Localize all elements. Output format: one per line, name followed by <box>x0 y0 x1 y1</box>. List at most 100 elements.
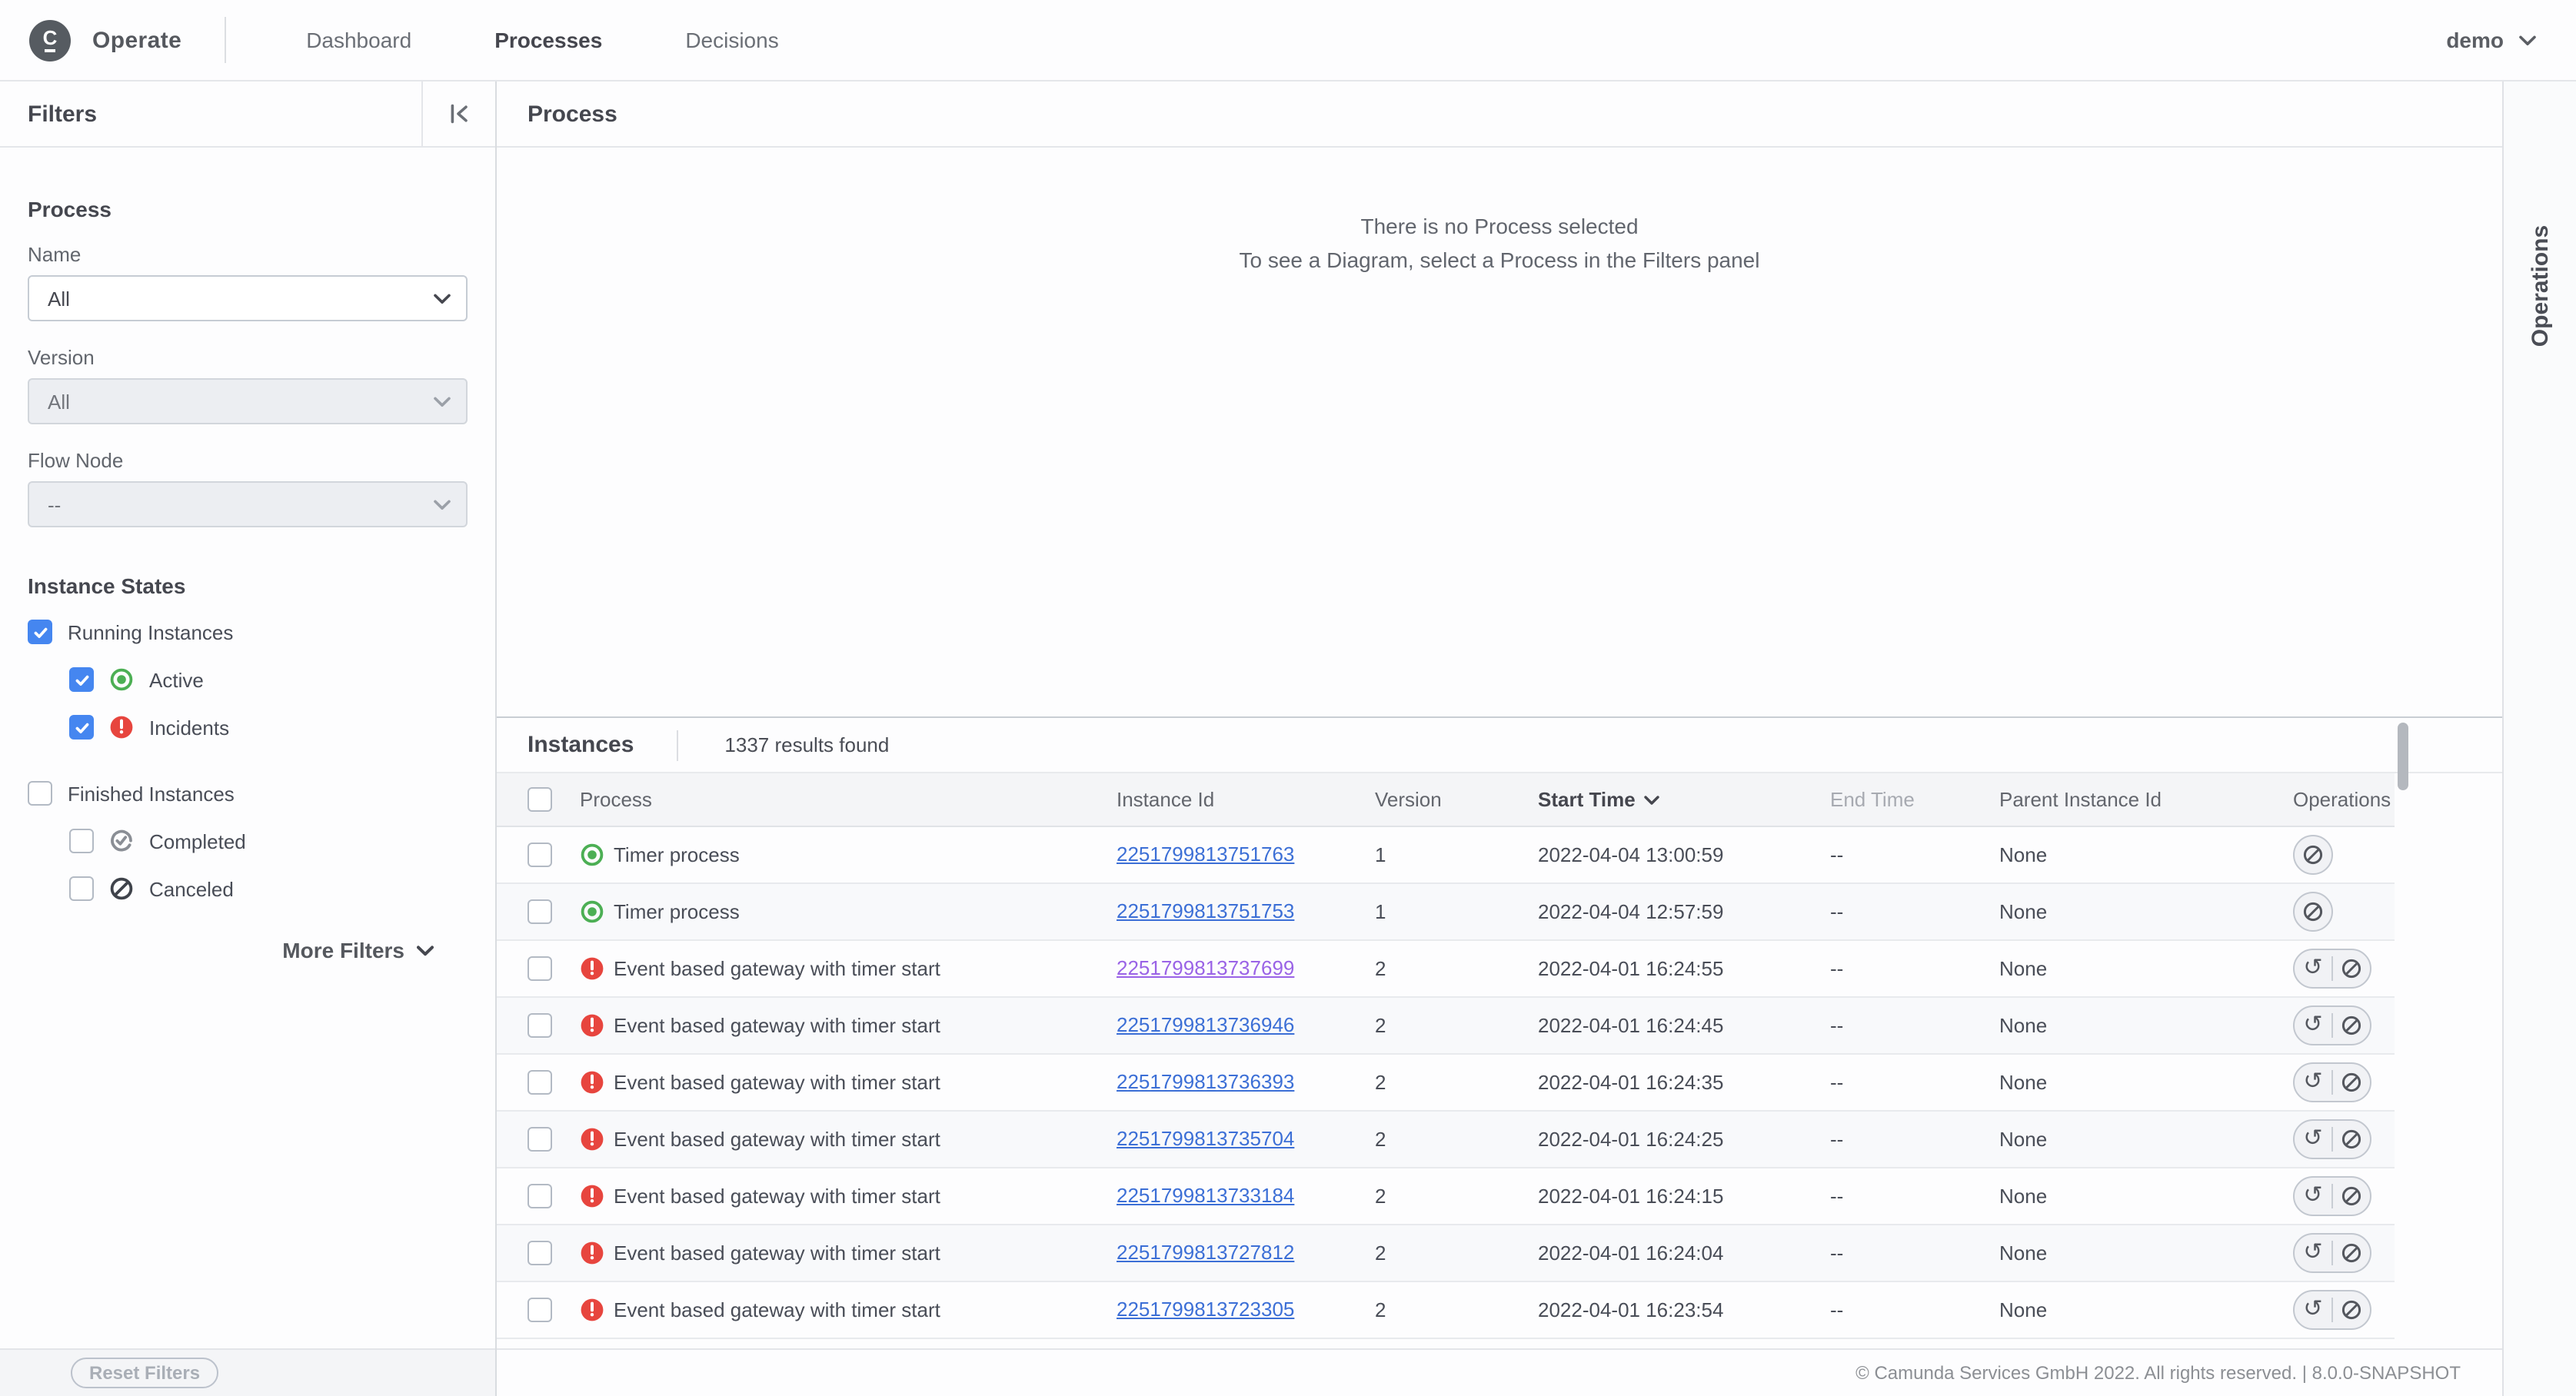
end-time-value: -- <box>1830 1241 1844 1265</box>
active-state-icon <box>109 667 134 692</box>
column-header-instance-id[interactable]: Instance Id <box>1117 788 1214 811</box>
instance-id-link[interactable]: 2251799813736946 <box>1117 1013 1294 1036</box>
instance-states-list: Running Instances Active Incidents Finished… <box>28 620 468 901</box>
operations-group: ↺ <box>2293 1176 2371 1216</box>
user-menu[interactable]: demo <box>2446 28 2576 52</box>
column-header-parent-instance-id[interactable]: Parent Instance Id <box>1999 788 2162 811</box>
active-icon <box>580 899 604 924</box>
sort-desc-icon <box>1644 795 1660 804</box>
operations-group: ↺ <box>2293 1119 2371 1159</box>
row-checkbox[interactable] <box>528 1127 552 1152</box>
table-row: Event based gateway with timer start 2251… <box>497 1168 2395 1225</box>
canceled-state-icon <box>109 876 134 901</box>
retry-icon: ↺ <box>2303 1237 2323 1265</box>
checkbox[interactable] <box>28 781 52 806</box>
nav-item-decisions[interactable]: Decisions <box>685 28 778 52</box>
cancel-button[interactable] <box>2293 892 2333 932</box>
app-root: C Operate Dashboard Processes Decisions … <box>0 0 2576 1396</box>
retry-button[interactable]: ↺ <box>2295 1121 2331 1158</box>
nav-item-dashboard[interactable]: Dashboard <box>306 28 411 52</box>
chevron-down-icon <box>434 293 451 304</box>
row-checkbox[interactable] <box>528 1241 552 1265</box>
checkbox[interactable] <box>69 715 94 740</box>
select-all-checkbox[interactable] <box>528 787 552 812</box>
operations-group: ↺ <box>2293 1005 2371 1045</box>
checkbox[interactable] <box>69 876 94 901</box>
retry-icon: ↺ <box>2303 952 2323 980</box>
cancel-button[interactable] <box>2333 1064 2370 1101</box>
column-header-start-time[interactable]: Start Time <box>1538 788 1660 811</box>
chevron-down-icon <box>434 499 451 510</box>
cancel-button[interactable] <box>2293 835 2333 875</box>
instance-id-link[interactable]: 2251799813733184 <box>1117 1184 1294 1207</box>
instances-header-divider <box>677 730 679 760</box>
instance-id-link[interactable]: 2251799813735704 <box>1117 1127 1294 1150</box>
cancel-button[interactable] <box>2333 950 2370 987</box>
cancel-button[interactable] <box>2333 1235 2370 1271</box>
process-name: Event based gateway with timer start <box>614 1298 940 1321</box>
retry-button[interactable]: ↺ <box>2295 1235 2331 1271</box>
checkbox[interactable] <box>69 667 94 692</box>
vertical-scrollbar[interactable] <box>2396 718 2411 1348</box>
row-checkbox-cell <box>528 1241 552 1265</box>
instances-header: Instances 1337 results found <box>497 718 2502 773</box>
row-checkbox[interactable] <box>528 899 552 924</box>
state-label: Active <box>149 668 204 691</box>
row-checkbox-cell <box>528 899 552 924</box>
row-checkbox[interactable] <box>528 1298 552 1322</box>
cancel-button[interactable] <box>2333 1121 2370 1158</box>
chevron-down-icon <box>417 945 434 956</box>
instance-id-link[interactable]: 2251799813727812 <box>1117 1241 1294 1264</box>
main-nav: Dashboard Processes Decisions <box>306 28 779 52</box>
operations-cell: ↺ <box>2293 949 2371 989</box>
more-filters-button[interactable]: More Filters <box>282 938 434 962</box>
end-time-value: -- <box>1830 843 1844 866</box>
scrollbar-thumb[interactable] <box>2398 723 2408 790</box>
row-checkbox[interactable] <box>528 956 552 981</box>
empty-state-title: There is no Process selected <box>1360 214 1639 238</box>
checkbox[interactable] <box>69 829 94 853</box>
app-title: Operate <box>92 27 182 53</box>
instance-id-link[interactable]: 2251799813751763 <box>1117 843 1294 866</box>
version-value: 2 <box>1375 1071 1386 1094</box>
cancel-button[interactable] <box>2333 1178 2370 1215</box>
operations-cell: ↺ <box>2293 1176 2371 1216</box>
instance-id-link[interactable]: 2251799813737699 <box>1117 956 1294 979</box>
instance-id-cell: 2251799813733184 <box>1117 1182 1294 1210</box>
instance-id-link[interactable]: 2251799813751753 <box>1117 899 1294 922</box>
flow-node-label: Flow Node <box>28 449 124 472</box>
instance-id-cell: 2251799813751753 <box>1117 898 1294 926</box>
retry-button[interactable]: ↺ <box>2295 1291 2331 1328</box>
instance-id-link[interactable]: 2251799813723305 <box>1117 1298 1294 1321</box>
row-checkbox[interactable] <box>528 1070 552 1095</box>
retry-icon: ↺ <box>2303 1180 2323 1208</box>
incident-state-icon <box>109 715 134 740</box>
row-checkbox[interactable] <box>528 1184 552 1208</box>
column-header-version[interactable]: Version <box>1375 788 1442 811</box>
row-checkbox[interactable] <box>528 843 552 867</box>
reset-filters-button[interactable]: Reset Filters <box>71 1358 219 1388</box>
row-checkbox-cell <box>528 1070 552 1095</box>
nav-item-processes[interactable]: Processes <box>494 28 602 52</box>
collapse-left-button[interactable] <box>438 92 481 135</box>
version-label: Version <box>28 346 95 369</box>
retry-icon: ↺ <box>2303 1123 2323 1151</box>
cancel-button[interactable] <box>2333 1007 2370 1044</box>
retry-button[interactable]: ↺ <box>2295 1007 2331 1044</box>
instance-id-link[interactable]: 2251799813736393 <box>1117 1070 1294 1093</box>
column-header-end-time: End Time <box>1830 788 1915 811</box>
checkbox[interactable] <box>28 620 52 644</box>
row-checkbox[interactable] <box>528 1013 552 1038</box>
instance-id-cell: 2251799813736393 <box>1117 1069 1294 1096</box>
retry-icon: ↺ <box>2303 1009 2323 1037</box>
state-label: Running Instances <box>68 620 234 643</box>
retry-button[interactable]: ↺ <box>2295 1178 2331 1215</box>
cancel-button[interactable] <box>2333 1291 2370 1328</box>
column-header-process[interactable]: Process <box>580 788 652 811</box>
table-row: Event based gateway with timer start 2251… <box>497 941 2395 998</box>
state-label: Completed <box>149 829 246 853</box>
operations-panel-tab[interactable]: Operations <box>2527 225 2553 347</box>
process-name-select[interactable]: All <box>28 275 468 321</box>
retry-button[interactable]: ↺ <box>2295 950 2331 987</box>
retry-button[interactable]: ↺ <box>2295 1064 2331 1101</box>
